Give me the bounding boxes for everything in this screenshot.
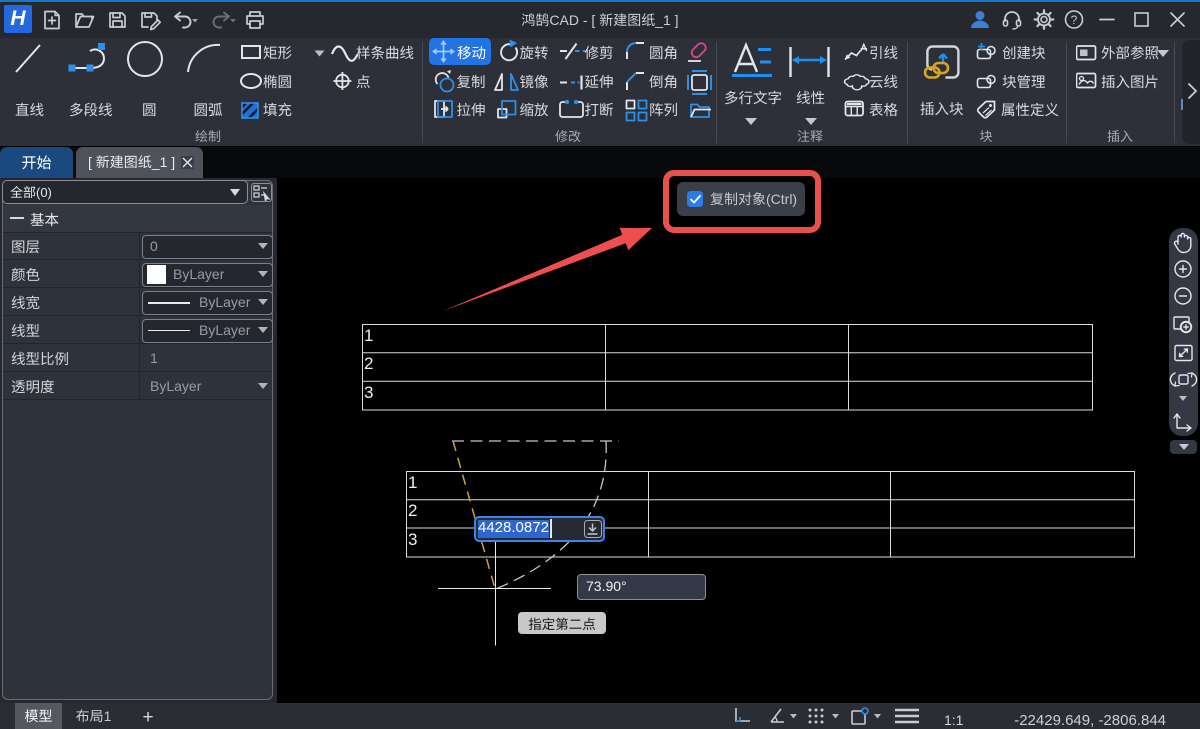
svg-text:?: ? [1071,13,1078,27]
